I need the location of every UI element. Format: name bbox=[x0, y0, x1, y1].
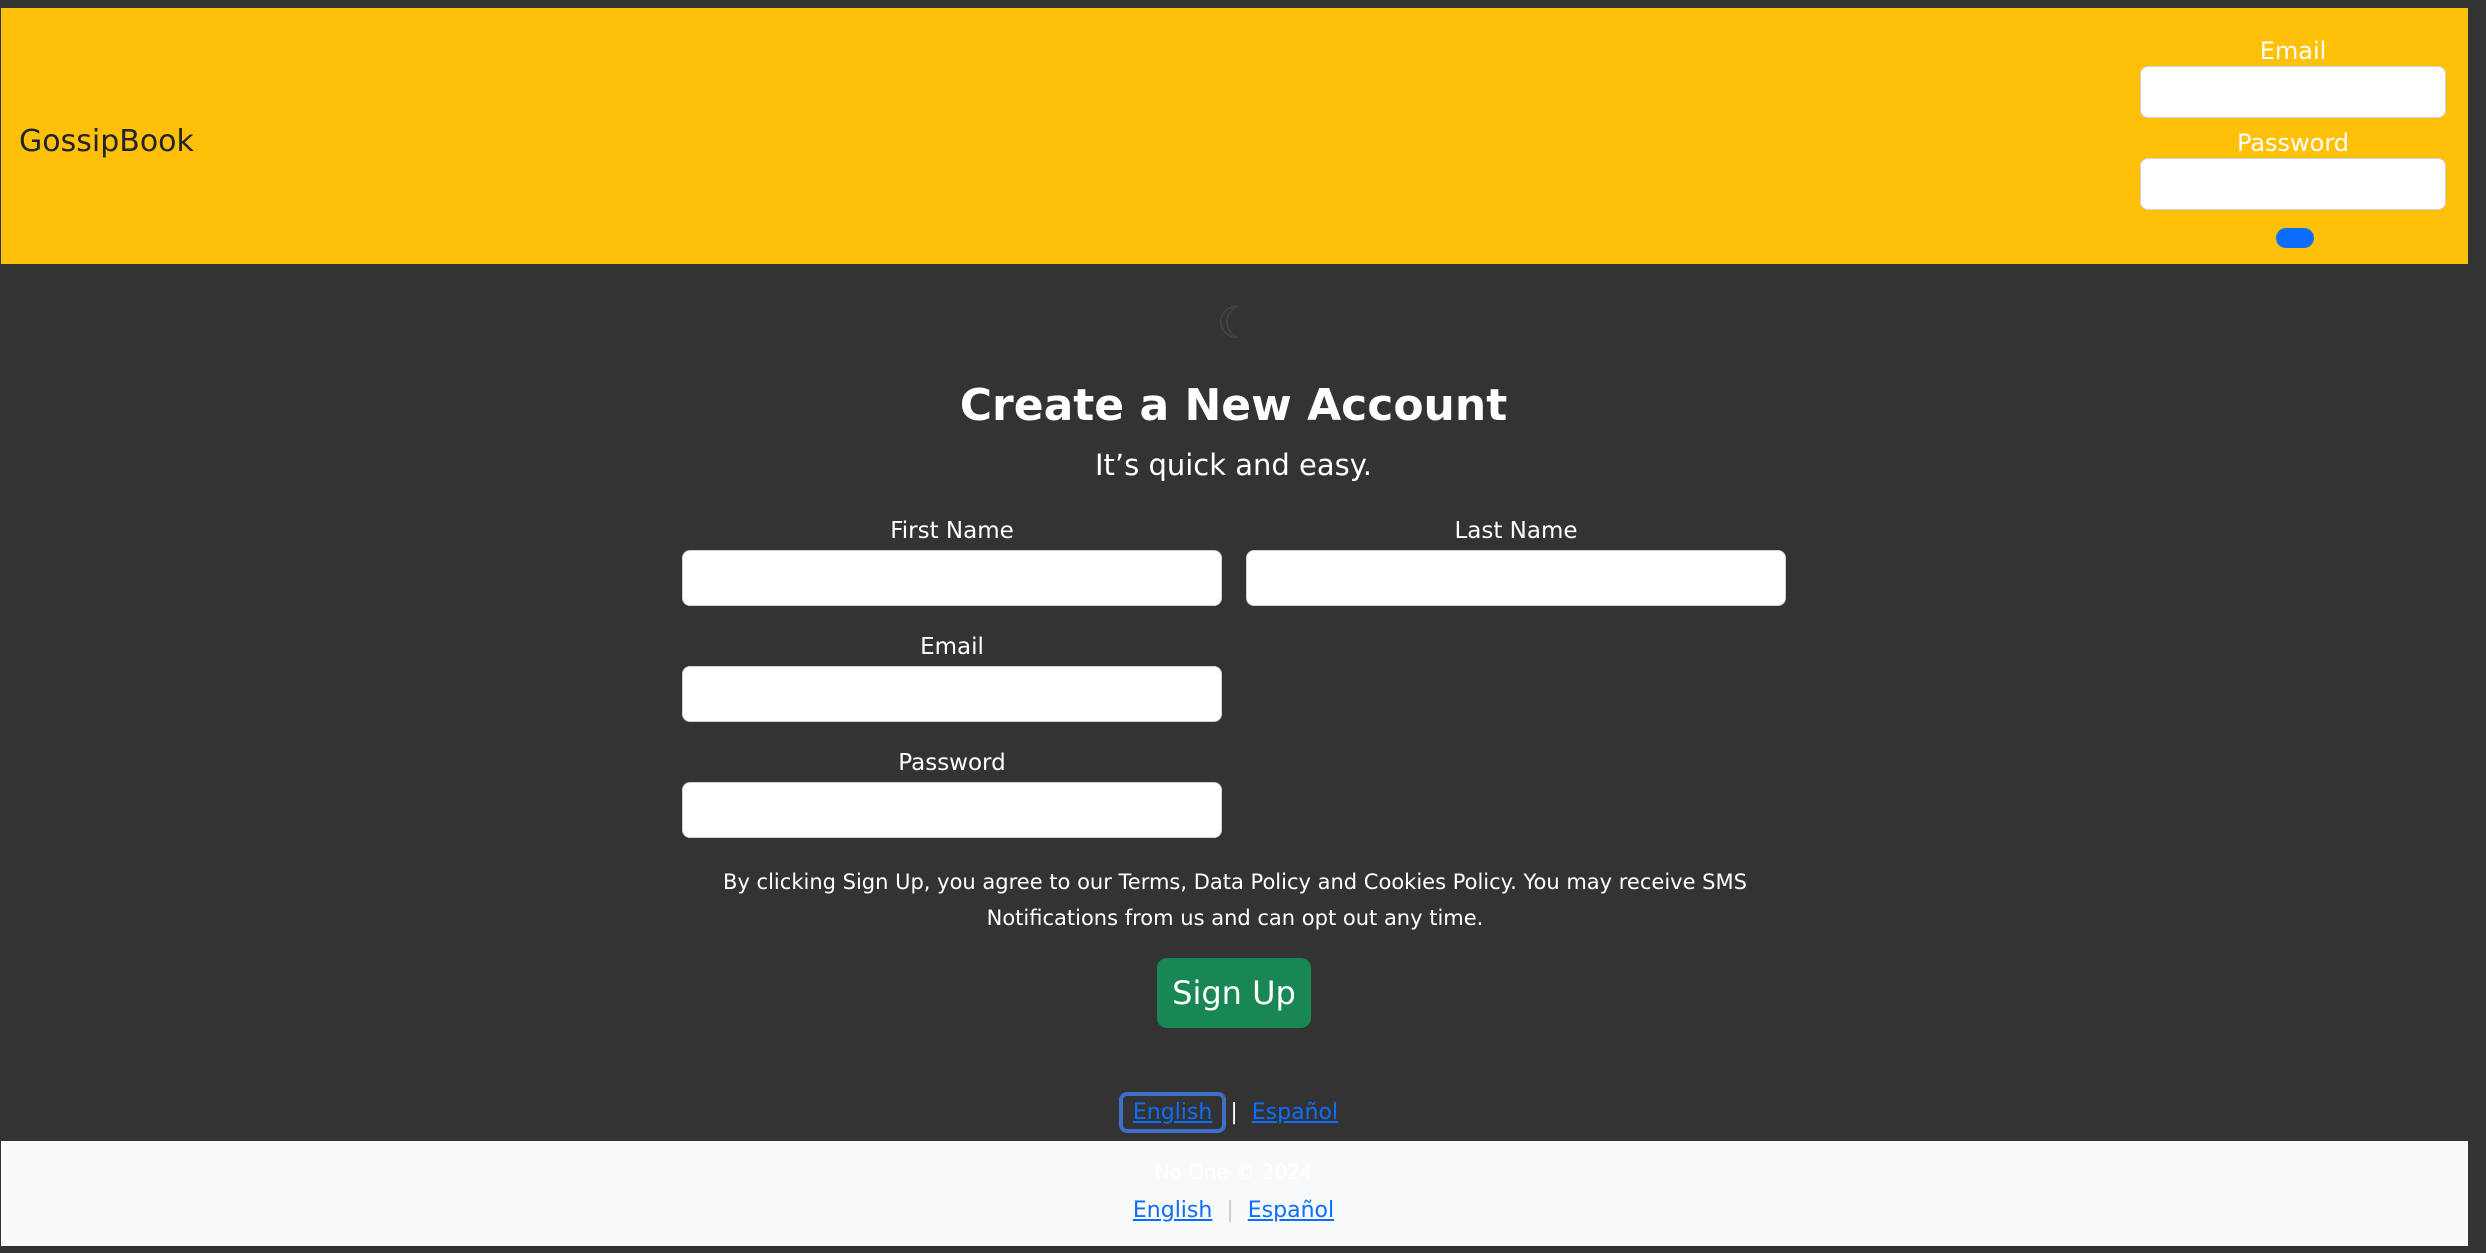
language-spanish-link[interactable]: Español bbox=[1242, 1096, 1348, 1129]
login-form: Email Password bbox=[2138, 36, 2448, 220]
sign-up-button[interactable]: Sign Up bbox=[1157, 958, 1311, 1028]
language-separator: | bbox=[1230, 1100, 1238, 1125]
header-bar: GossipBook bbox=[1, 8, 2468, 264]
last-name-input[interactable] bbox=[1246, 550, 1786, 606]
footer-language-switcher: English | Español bbox=[0, 1198, 2467, 1223]
login-password-input[interactable] bbox=[2140, 158, 2446, 210]
login-email-input[interactable] bbox=[2140, 66, 2446, 118]
brand-logo[interactable]: GossipBook bbox=[19, 124, 194, 159]
top-strip bbox=[0, 0, 2486, 8]
login-email-label: Email bbox=[2259, 37, 2327, 65]
page-subtitle: It’s quick and easy. bbox=[1094, 448, 1372, 482]
footer-spanish-link[interactable]: Español bbox=[1238, 1194, 1344, 1227]
password-input[interactable] bbox=[682, 782, 1222, 838]
first-name-input[interactable] bbox=[682, 550, 1222, 606]
login-button[interactable] bbox=[2276, 228, 2314, 248]
language-english-link[interactable]: English bbox=[1118, 1092, 1227, 1133]
email-label: Email bbox=[920, 634, 984, 660]
footer-english-link[interactable]: English bbox=[1123, 1194, 1222, 1227]
terms-text: By clicking Sign Up, you agree to our Te… bbox=[723, 870, 1747, 930]
footer-language-separator: | bbox=[1226, 1198, 1234, 1223]
footer bbox=[1, 1141, 2468, 1246]
login-password-label: Password bbox=[2236, 129, 2350, 157]
language-switcher: English | Español bbox=[0, 1092, 2467, 1133]
password-label: Password bbox=[898, 750, 1006, 776]
email-input[interactable] bbox=[682, 666, 1222, 722]
page-title: Create a New Account bbox=[959, 380, 1508, 431]
first-name-label: First Name bbox=[890, 518, 1014, 544]
last-name-label: Last Name bbox=[1454, 518, 1578, 544]
moon-icon[interactable]: ☾ bbox=[1214, 302, 1258, 346]
copyright-text: No One © 2024 bbox=[1154, 1160, 1313, 1184]
